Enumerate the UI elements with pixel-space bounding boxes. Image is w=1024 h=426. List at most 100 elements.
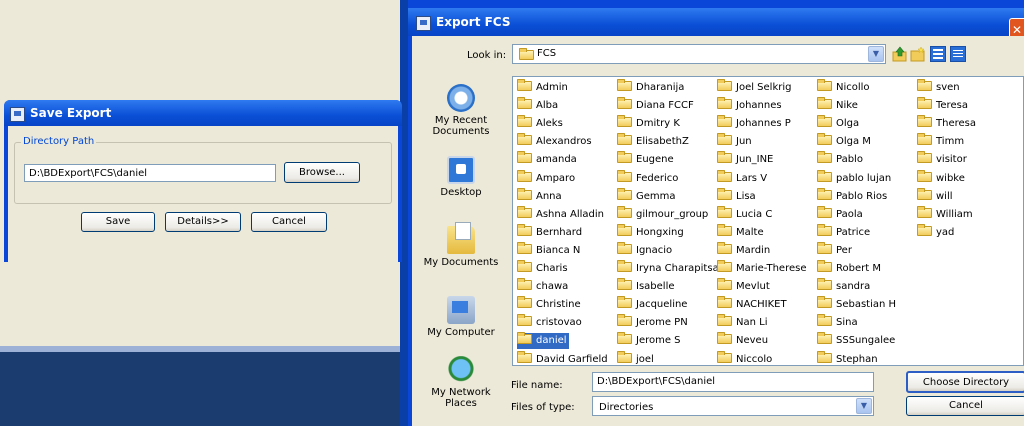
folder-item[interactable]: Pablo Rios <box>817 187 889 205</box>
place-my-computer[interactable]: My Computer <box>420 296 502 338</box>
folder-item[interactable]: Mardin <box>717 241 772 259</box>
folder-item[interactable]: cristovao <box>517 314 584 331</box>
folder-item[interactable]: Hongxing <box>617 223 686 241</box>
folder-item[interactable]: Theresa <box>917 115 978 132</box>
folder-item[interactable]: Niccolo <box>717 350 774 366</box>
chevron-down-icon[interactable]: ▼ <box>856 398 872 414</box>
folder-item[interactable]: Aleks <box>517 115 565 132</box>
cancel-button[interactable]: Cancel <box>251 212 327 232</box>
folder-item[interactable]: Robert M <box>817 260 883 277</box>
folder-item[interactable]: Bernhard <box>517 223 584 241</box>
folder-item[interactable]: Jun_INE <box>717 151 775 168</box>
folder-item[interactable]: Alba <box>517 97 560 114</box>
folder-item[interactable]: Ashna Alladin <box>517 205 606 223</box>
folder-item[interactable]: Neveu <box>717 332 770 349</box>
folder-item[interactable]: Gemma <box>617 187 678 205</box>
folder-item[interactable]: ElisabethZ <box>617 133 691 150</box>
folder-item[interactable]: Malte <box>717 223 766 241</box>
folder-item[interactable]: wibke <box>917 169 967 187</box>
folder-item[interactable]: Johannes P <box>717 115 793 132</box>
folder-item[interactable]: visitor <box>917 151 969 168</box>
folder-item[interactable]: Lisa <box>717 187 758 205</box>
folder-item[interactable]: amanda <box>517 151 579 168</box>
folder-item[interactable]: Patrice <box>817 223 872 241</box>
look-in-dropdown[interactable]: FCS ▼ <box>512 44 886 64</box>
folder-item[interactable]: Charis <box>517 260 570 277</box>
folder-item[interactable]: Olga <box>817 115 861 132</box>
folder-item[interactable]: Jacqueline <box>617 296 689 313</box>
folder-item[interactable]: yad <box>917 223 956 241</box>
folder-item[interactable]: chawa <box>517 278 570 295</box>
folder-item[interactable]: William <box>917 205 975 223</box>
folder-item[interactable]: Alexandros <box>517 133 594 150</box>
folder-icon <box>717 169 732 182</box>
folder-icon <box>517 97 532 110</box>
folder-item[interactable]: sandra <box>817 278 872 295</box>
details-view-icon[interactable] <box>950 46 966 62</box>
place-desktop[interactable]: Desktop <box>420 156 502 198</box>
folder-item[interactable]: Lars V <box>717 169 769 187</box>
folder-item[interactable]: Nicollo <box>817 79 872 96</box>
new-folder-icon[interactable] <box>910 46 926 62</box>
details-button[interactable]: Details>> <box>165 212 241 232</box>
folder-item[interactable]: Ignacio <box>617 241 674 259</box>
folder-item[interactable]: joel <box>617 350 656 366</box>
folder-item[interactable]: Timm <box>917 133 966 150</box>
file-name-input[interactable]: D:\BDExport\FCS\daniel <box>592 372 874 392</box>
place-my-network-places[interactable]: My Network Places <box>420 356 502 409</box>
folder-item[interactable]: NACHIKET <box>717 296 789 313</box>
folder-item[interactable]: Sebastian H <box>817 296 898 313</box>
folder-item[interactable]: Marie-Therese <box>717 260 809 277</box>
folder-item[interactable]: Isabelle <box>617 278 677 295</box>
folder-item[interactable]: will <box>917 187 955 205</box>
folder-item[interactable]: Stephan <box>817 350 880 366</box>
folder-item[interactable]: SSSungalee <box>817 332 897 349</box>
folder-item[interactable]: Jerome S <box>617 332 683 349</box>
folder-item[interactable]: Johannes <box>717 97 784 114</box>
save-button[interactable]: Save <box>81 212 155 232</box>
folder-item[interactable]: Amparo <box>517 169 577 187</box>
folder-item[interactable]: sven <box>917 79 962 96</box>
place-my-documents[interactable]: My Documents <box>420 222 502 268</box>
folder-item[interactable]: Mevlut <box>717 278 772 295</box>
save-export-titlebar[interactable]: Save Export <box>4 100 402 126</box>
folder-icon <box>617 187 632 200</box>
browse-button[interactable]: Browse... <box>284 162 360 183</box>
folder-item[interactable]: Pablo <box>817 151 865 168</box>
folder-item[interactable]: pablo lujan <box>817 169 893 187</box>
up-one-level-icon[interactable] <box>892 46 908 62</box>
folder-item[interactable]: Anna <box>517 187 564 205</box>
folder-item[interactable]: Jerome PN <box>617 314 690 331</box>
directory-path-input[interactable]: D:\BDExport\FCS\daniel <box>24 164 276 182</box>
folder-item[interactable]: Bianca N <box>517 241 582 259</box>
folder-item[interactable]: Federico <box>617 169 680 187</box>
place-my-recent-documents[interactable]: My Recent Documents <box>420 84 502 137</box>
folder-item[interactable]: Iryna Charapitsa <box>617 260 721 277</box>
folder-item[interactable]: Dmitry K <box>617 115 682 132</box>
folder-item[interactable]: Christine <box>517 296 583 313</box>
folder-item[interactable]: David Garfield <box>517 350 610 366</box>
folder-item[interactable]: Olga M <box>817 133 873 150</box>
folder-item[interactable]: gilmour_group <box>617 205 710 223</box>
folder-item[interactable]: Diana FCCF <box>617 97 696 114</box>
folder-item[interactable]: Joel Selkrig <box>717 79 793 96</box>
cancel-button[interactable]: Cancel <box>906 396 1024 416</box>
chevron-down-icon[interactable]: ▼ <box>868 46 884 62</box>
folder-item[interactable]: Admin <box>517 79 570 96</box>
folder-item[interactable]: Eugene <box>617 151 676 168</box>
files-of-type-dropdown[interactable]: Directories ▼ <box>592 396 874 416</box>
file-name-label: File name: <box>511 380 563 391</box>
choose-directory-button[interactable]: Choose Directory <box>906 371 1024 393</box>
folder-item[interactable]: Paola <box>817 205 865 223</box>
folder-item[interactable]: Nike <box>817 97 860 114</box>
folder-item[interactable]: Jun <box>717 133 754 150</box>
export-fcs-titlebar[interactable]: Export FCS ✕ <box>408 8 1024 42</box>
folder-item[interactable]: Dharanija <box>617 79 686 96</box>
folder-item[interactable]: Sina <box>817 314 860 331</box>
folder-item[interactable]: Teresa <box>917 97 970 114</box>
folder-item[interactable]: daniel <box>517 332 569 350</box>
folder-item[interactable]: Per <box>817 241 854 259</box>
folder-item[interactable]: Lucia C <box>717 205 774 223</box>
list-view-icon[interactable] <box>930 46 946 62</box>
folder-item[interactable]: Nan Li <box>717 314 769 331</box>
